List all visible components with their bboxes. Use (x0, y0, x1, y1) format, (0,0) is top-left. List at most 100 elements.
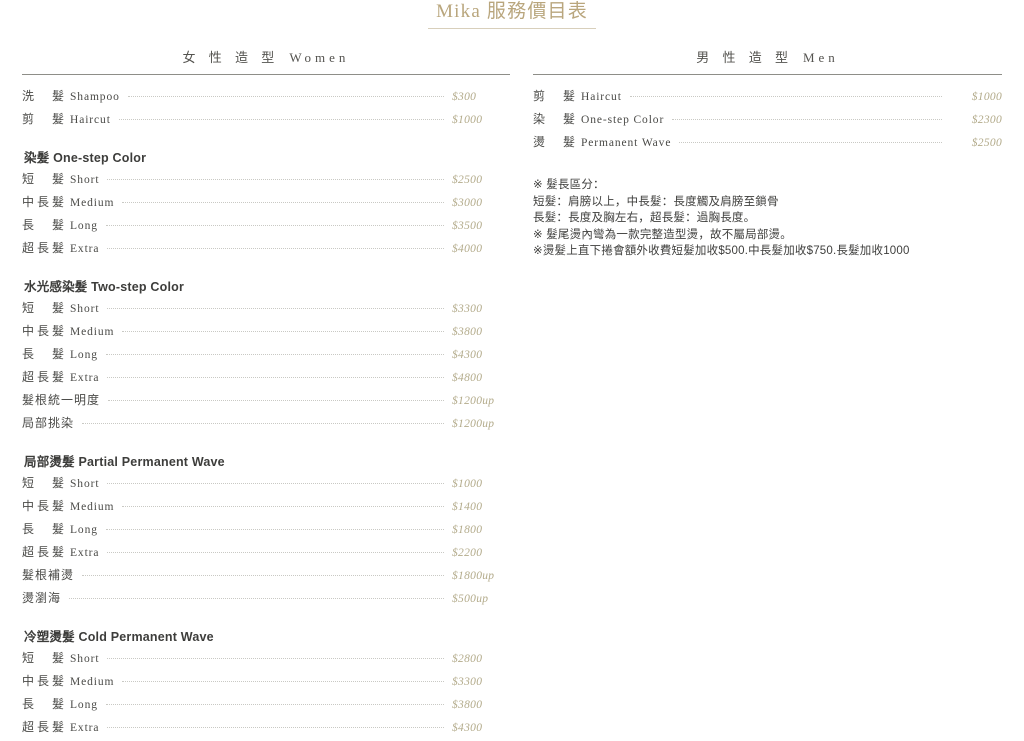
service-name-cn: 剪 髮 (22, 110, 64, 127)
service-label: 中長髮Medium (22, 672, 114, 689)
service-label: 剪 髮Haircut (22, 110, 111, 127)
service-name-cn: 長 髮 (22, 695, 64, 712)
service-name-en: Extra (70, 243, 99, 255)
service-name-cn: 長 髮 (22, 216, 64, 233)
service-group: 水光感染髮 Two-step Color短 髮Short$3300中長髮Medi… (22, 276, 510, 437)
dotted-leader (107, 482, 444, 484)
service-name-en: Short (70, 303, 99, 315)
service-name-en: Long (70, 349, 98, 361)
service-row: 髮根統一明度$1200up (22, 391, 510, 414)
service-price: $1000 (452, 114, 510, 126)
dotted-leader (69, 597, 444, 599)
service-label: 短 髮Short (22, 170, 99, 187)
group-heading: 局部燙髮 Partial Permanent Wave (24, 451, 510, 470)
group-heading: 水光感染髮 Two-step Color (24, 276, 510, 295)
service-name-en: Long (70, 699, 98, 711)
dotted-leader (82, 574, 444, 576)
service-group: 剪 髮Haircut$1000染 髮One-step Color$2300燙 髮… (533, 87, 1002, 156)
service-row: 長 髮Long$1800 (22, 520, 510, 543)
service-row: 染 髮One-step Color$2300 (533, 110, 1002, 133)
dotted-leader (106, 353, 444, 355)
service-price: $500up (452, 593, 510, 605)
service-row: 中長髮Medium$3800 (22, 322, 510, 345)
column-gap (510, 47, 533, 741)
dotted-leader (107, 657, 444, 659)
service-label: 長 髮 Long (22, 695, 98, 712)
service-row: 長 髮Long$4300 (22, 345, 510, 368)
service-label: 中長髮Medium (22, 193, 114, 210)
service-label: 染 髮One-step Color (533, 110, 664, 127)
dotted-leader (119, 118, 444, 120)
service-price: $2200 (452, 547, 510, 559)
dotted-leader (107, 247, 444, 249)
dotted-leader (106, 224, 444, 226)
dotted-leader (630, 95, 942, 97)
service-price: $1000 (452, 478, 510, 490)
service-label: 短 髮 Short (22, 299, 99, 316)
service-name-en: Permanent Wave (581, 137, 671, 149)
service-name-en: Extra (70, 722, 99, 734)
note-line: ※燙髮上直下捲會額外收費短髮加收$500.中長髮加收$750.長髮加收1000 (533, 243, 1002, 260)
dotted-leader (107, 178, 444, 180)
service-name-en: One-step Color (581, 114, 664, 126)
service-label: 髮根補燙 (22, 566, 74, 583)
service-price: $3000 (452, 197, 510, 209)
note-line: ※ 髮尾燙內彎為一款完整造型燙，故不屬局部燙。 (533, 227, 1002, 244)
service-name-cn: 中長髮 (22, 672, 64, 689)
dotted-leader (108, 399, 444, 401)
service-price: $1000 (950, 91, 1002, 103)
service-row: 短 髮Short $2500 (22, 170, 510, 193)
service-row: 剪 髮Haircut$1000 (533, 87, 1002, 110)
notes-block: ※ 髮長區分：短髮：肩膀以上，中長髮：長度觸及肩膀至鎖骨長髮：長度及胸左右，超長… (533, 177, 1002, 260)
note-line: 長髮：長度及胸左右，超長髮：過胸長度。 (533, 210, 1002, 227)
service-name-en: Short (70, 653, 99, 665)
service-label: 燙 髮Permanent Wave (533, 133, 671, 150)
dotted-leader (679, 141, 942, 143)
service-name-cn: 超長髮 (22, 718, 64, 735)
service-row: 超長髮Extra$4300 (22, 718, 510, 741)
service-label: 燙瀏海 (22, 589, 61, 606)
service-name-cn: 短 髮 (22, 299, 64, 316)
service-price: $2800 (452, 653, 510, 665)
service-row: 中長髮Medium $3000 (22, 193, 510, 216)
service-row: 超長髮Extra$2200 (22, 543, 510, 566)
service-name-cn: 超長髮 (22, 368, 64, 385)
service-row: 剪 髮Haircut $1000 (22, 110, 510, 133)
women-header-rule (22, 74, 510, 75)
note-line: ※ 髮長區分： (533, 177, 1002, 194)
service-row: 髮根補燙$1800up (22, 566, 510, 589)
service-name-en: Medium (70, 501, 114, 513)
service-label: 洗 髮Shampoo (22, 87, 120, 104)
men-groups: 剪 髮Haircut$1000染 髮One-step Color$2300燙 髮… (533, 87, 1002, 156)
men-header-cn: 男 性 造 型 (696, 50, 793, 65)
service-price: $300 (452, 91, 510, 103)
dotted-leader (106, 528, 444, 530)
service-label: 局部挑染 (22, 414, 74, 431)
group-heading: 染髮 One-step Color (24, 147, 510, 166)
service-name-cn: 局部挑染 (22, 414, 74, 431)
service-label: 長 髮Long (22, 520, 98, 537)
service-label: 超長髮Extra (22, 239, 99, 256)
service-group: 染髮 One-step Color 短 髮Short $2500 中長髮Medium $… (22, 147, 510, 262)
service-price: $3800 (452, 326, 510, 338)
service-row: 燙瀏海 $500up (22, 589, 510, 612)
dotted-leader (107, 376, 444, 378)
service-name-en: Extra (70, 372, 99, 384)
service-price: $2500 (452, 174, 510, 186)
service-row: 超長髮 Extra $4800 (22, 368, 510, 391)
women-header-en: Women (289, 50, 349, 65)
service-price: $4800 (452, 372, 510, 384)
service-name-cn: 髮根補燙 (22, 566, 74, 583)
dotted-leader (672, 118, 942, 120)
columns-container: 女 性 造 型Women 洗 髮Shampoo$300剪 髮Haircut$10… (0, 47, 1024, 741)
service-label: 長 髮Long (22, 345, 98, 362)
service-price: $1400 (452, 501, 510, 513)
service-price: $3500 (452, 220, 510, 232)
women-header-cn: 女 性 造 型 (183, 50, 280, 65)
service-name-en: Extra (70, 547, 99, 559)
service-row: 長 髮Long$3500 (22, 216, 510, 239)
service-name-cn: 燙瀏海 (22, 589, 61, 606)
women-section-header: 女 性 造 型 Women (22, 47, 510, 74)
dotted-leader (107, 726, 444, 728)
service-row: 局部挑染$1200up (22, 414, 510, 437)
